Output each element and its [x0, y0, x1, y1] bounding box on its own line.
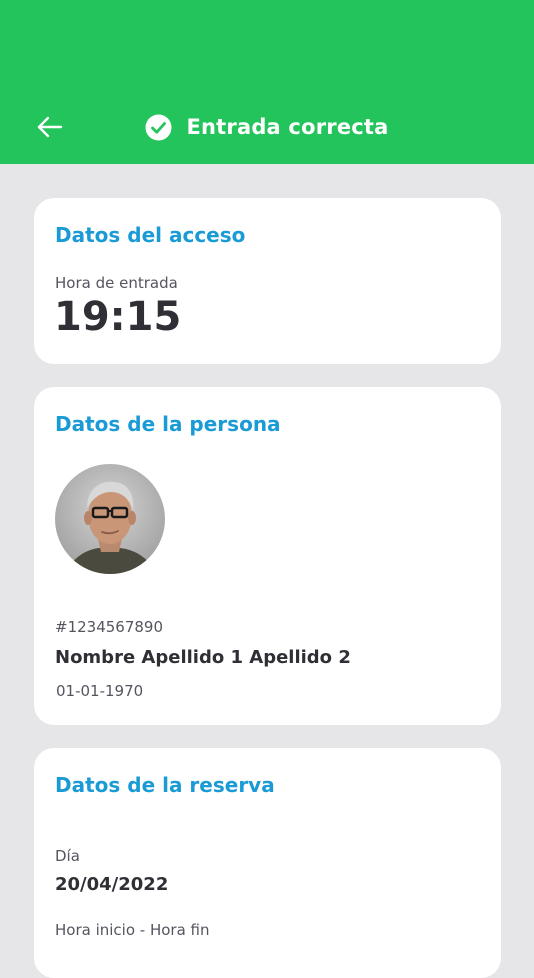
person-name: Nombre Apellido 1 Apellido 2 [55, 647, 351, 668]
access-section-title: Datos del acceso [55, 223, 246, 247]
person-birthdate: 01-01-1970 [56, 682, 144, 700]
booking-day-value: 20/04/2022 [55, 874, 169, 895]
booking-card: Datos de la reserva Día 20/04/2022 Hora … [34, 748, 501, 978]
access-card: Datos del acceso Hora de entrada 19:15 [34, 198, 501, 364]
person-card: Datos de la persona #1234567890 Nombre A… [34, 387, 501, 725]
person-id: #1234567890 [55, 618, 164, 636]
person-section-title: Datos de la persona [55, 412, 281, 436]
check-circle-icon [145, 114, 172, 141]
booking-section-title: Datos de la reserva [55, 773, 275, 797]
booking-time-label: Hora inicio - Hora fin [55, 921, 210, 939]
page-title: Entrada correcta [186, 115, 389, 139]
entry-time-label: Hora de entrada [55, 274, 178, 292]
header-title-group: Entrada correcta [0, 110, 534, 144]
booking-day-label: Día [55, 847, 80, 865]
entry-time-value: 19:15 [54, 294, 182, 340]
top-bar: Entrada correcta [0, 0, 534, 164]
avatar [55, 464, 165, 574]
